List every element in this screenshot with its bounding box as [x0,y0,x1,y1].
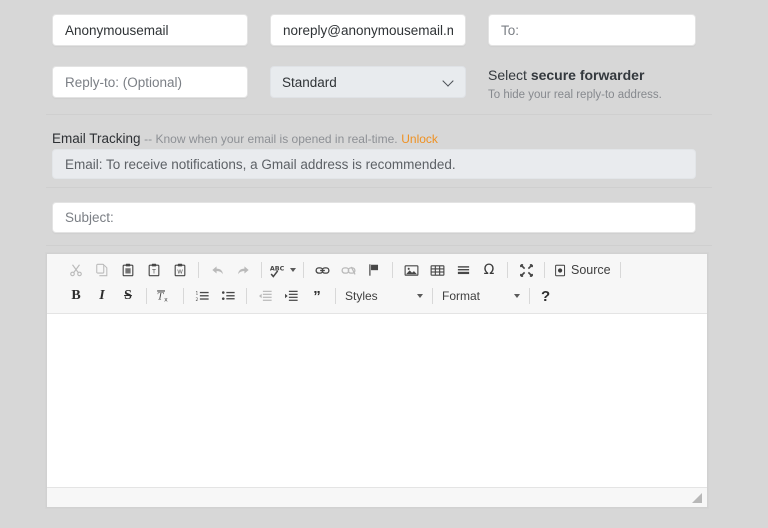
sender-name-value: Anonymousemail [65,22,169,38]
format-dropdown[interactable]: Format [438,285,524,307]
email-tracking-label: Email Tracking [52,131,141,146]
toolbar-separator [146,288,147,304]
sender-name-input[interactable]: Anonymousemail [52,14,248,46]
email-tracking-description: -- Know when your email is opened in rea… [144,132,398,146]
reply-to-placeholder: Reply-to: (Optional) [65,74,183,90]
svg-text:T: T [151,269,156,276]
editor-footer [47,487,707,507]
forwarder-info: Select secure forwarder To hide your rea… [488,66,718,101]
cut-icon[interactable] [65,259,87,281]
toolbar-separator [246,288,247,304]
spellcheck-dropdown-arrow[interactable] [290,268,296,272]
divider-2 [46,187,712,188]
toolbar-separator [303,262,304,278]
source-label: Source [571,263,611,277]
horizontal-rule-icon[interactable] [452,259,474,281]
toolbar-separator [507,262,508,278]
to-input[interactable]: To: [488,14,696,46]
toolbar-row-2: B I S T x 1 2 ” Styles Format ? [51,283,703,309]
italic-icon[interactable]: I [91,285,113,307]
svg-text:T: T [157,292,164,303]
remove-format-icon[interactable]: T x [154,285,176,307]
toolbar-separator [544,262,545,278]
paste-word-icon[interactable]: W [169,259,191,281]
blockquote-icon[interactable]: ” [306,285,328,307]
unlock-link[interactable]: Unlock [401,132,438,146]
rich-text-editor: T W ABC Ω Source B I S T x 1 2 ” Styles … [46,253,708,508]
forwarder-title-prefix: Select [488,67,531,83]
to-placeholder: To: [501,22,520,38]
subject-input[interactable]: Subject: [52,202,696,233]
styles-dropdown[interactable]: Styles [341,285,427,307]
anchor-flag-icon[interactable] [363,259,385,281]
from-address-input[interactable]: noreply@anonymousemail.m [270,14,466,46]
divider-1 [46,114,712,115]
svg-text:W: W [177,270,183,276]
subject-placeholder: Subject: [65,210,114,225]
paste-text-icon[interactable]: T [143,259,165,281]
styles-label: Styles [345,289,378,303]
special-char-icon[interactable]: Ω [478,259,500,281]
chevron-down-icon [514,294,520,298]
chevron-down-icon [444,77,454,87]
resize-grip-icon[interactable] [691,492,703,504]
toolbar-separator [335,288,336,304]
copy-icon[interactable] [91,259,113,281]
toolbar-separator [198,262,199,278]
toolbar-separator [529,288,530,304]
help-button[interactable]: ? [535,289,556,304]
forwarder-select-value: Standard [282,74,337,90]
numbered-list-icon[interactable]: 1 2 [191,285,213,307]
source-button[interactable]: Source [550,263,615,277]
tracking-notification-placeholder: Email: To receive notifications, a Gmail… [65,156,456,172]
bold-icon[interactable]: B [65,285,87,307]
maximize-icon[interactable] [515,259,537,281]
toolbar-separator [183,288,184,304]
forwarder-subtitle: To hide your real reply-to address. [488,89,662,101]
reply-to-input[interactable]: Reply-to: (Optional) [52,66,248,98]
svg-text:1: 1 [195,291,198,297]
svg-text:2: 2 [195,297,198,303]
from-address-value: noreply@anonymousemail.m [283,22,453,38]
divider-3 [46,245,712,246]
email-tracking-header: Email Tracking -- Know when your email i… [52,131,438,146]
tracking-notification-input[interactable]: Email: To receive notifications, a Gmail… [52,149,696,179]
link-icon[interactable] [311,259,333,281]
forwarder-title: Select secure forwarder [488,66,718,84]
editor-body[interactable] [47,314,707,487]
toolbar-separator [261,262,262,278]
toolbar-row-1: T W ABC Ω Source [51,257,703,283]
forwarder-select[interactable]: Standard [270,66,466,98]
source-page-icon [555,264,566,276]
format-label: Format [442,289,481,303]
spellcheck-icon[interactable]: ABC [269,259,296,281]
svg-text:x: x [164,296,168,303]
toolbar-separator [619,262,621,278]
outdent-icon[interactable] [254,285,276,307]
image-icon[interactable] [400,259,422,281]
bulleted-list-icon[interactable] [217,285,239,307]
forwarder-title-strong: secure forwarder [530,67,645,83]
table-icon[interactable] [426,259,448,281]
toolbar-separator [392,262,393,278]
undo-icon[interactable] [206,259,228,281]
toolbar-separator [432,288,433,304]
redo-icon[interactable] [232,259,254,281]
editor-toolbar: T W ABC Ω Source B I S T x 1 2 ” Styles … [47,254,707,314]
paste-icon[interactable] [117,259,139,281]
chevron-down-icon [417,294,423,298]
indent-icon[interactable] [280,285,302,307]
unlink-icon[interactable] [337,259,359,281]
strikethrough-icon[interactable]: S [117,285,139,307]
compose-email-page: Anonymousemail noreply@anonymousemail.m … [0,0,768,528]
